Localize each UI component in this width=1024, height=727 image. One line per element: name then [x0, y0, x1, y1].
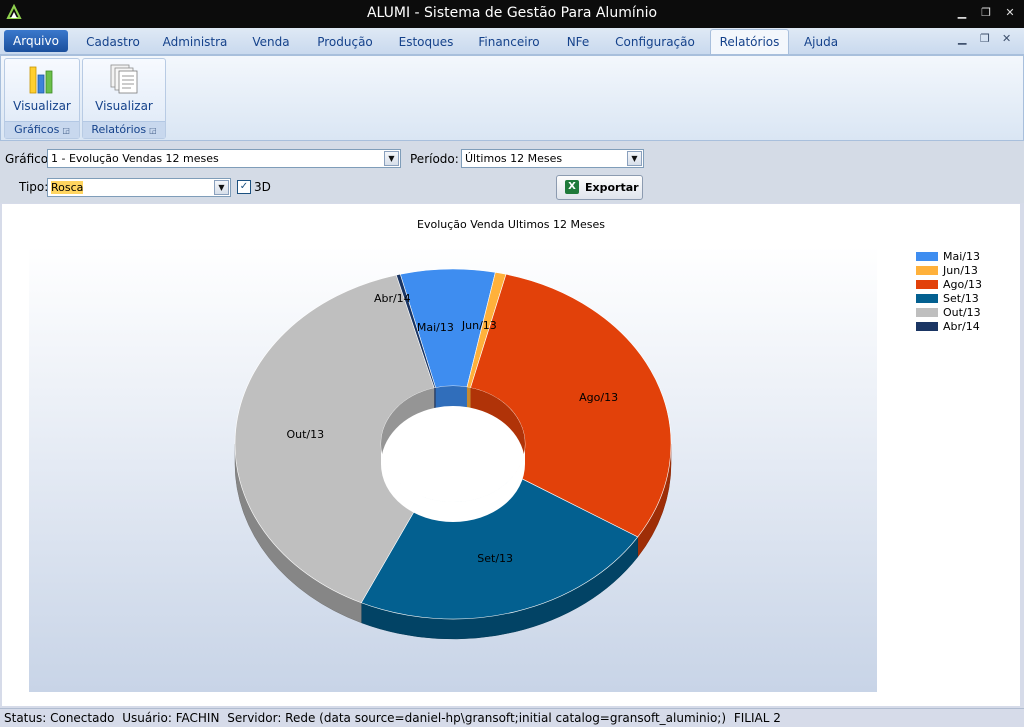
status-bar: Status: Conectado Usuário: FACHIN Servid… [0, 708, 1024, 727]
legend-item: Out/13 [916, 306, 982, 320]
legend-label: Abr/14 [943, 320, 980, 333]
chart-area: Evolução Venda Ultimos 12 Meses Mai/13 Ju… [2, 204, 1020, 706]
periodo-value: Últimos 12 Meses [465, 152, 563, 165]
mdi-restore-icon[interactable]: ❐ [980, 32, 990, 45]
mdi-minimize-icon[interactable]: ▁ [958, 32, 966, 45]
legend-item: Abr/14 [916, 320, 982, 334]
legend-label: Jun/13 [943, 264, 978, 277]
chevron-down-icon[interactable]: ▼ [627, 151, 642, 166]
tab-ajuda[interactable]: Ajuda [796, 33, 846, 53]
plot-area: Mai/13 Jun/13 Ago/13 Set/13 Out/13 Abr/14 [29, 246, 877, 692]
chevron-down-icon[interactable]: ▼ [384, 151, 399, 166]
chart-data-label: Abr/14 [374, 292, 411, 305]
legend-swatch [916, 266, 938, 275]
slice-inner-wall [434, 387, 436, 408]
legend-item: Jun/13 [916, 264, 982, 278]
grafico-select[interactable]: 1 - Evolução Vendas 12 meses ▼ [47, 149, 401, 168]
ribbon-panel: Visualizar Gráficos ◲ Visualizar Relatóri… [0, 55, 1024, 141]
filter-panel: Gráfico: 1 - Evolução Vendas 12 meses ▼ … [0, 141, 1024, 203]
tab-cadastro[interactable]: Cadastro [80, 33, 146, 53]
legend-item: Ago/13 [916, 278, 982, 292]
ribbon-tab-bar: Arquivo Cadastro Administra Venda Produç… [0, 28, 1024, 55]
chevron-down-icon[interactable]: ▼ [214, 180, 229, 195]
grafico-label: Gráfico: [5, 152, 53, 166]
doughnut-chart[interactable]: Mai/13 Jun/13 Ago/13 Set/13 Out/13 Abr/14 [29, 246, 877, 692]
tipo-label: Tipo: [19, 180, 49, 194]
slice-inner-wall [466, 387, 471, 408]
checkbox-3d-label: 3D [254, 180, 271, 194]
arquivo-menu-button[interactable]: Arquivo [4, 30, 68, 52]
visualizar-graficos-label: Visualizar [13, 99, 71, 113]
close-icon[interactable]: ✕ [1000, 5, 1020, 21]
exportar-label: Exportar [585, 181, 639, 194]
visualizar-relatorios-label: Visualizar [95, 99, 153, 113]
legend-swatch [916, 252, 938, 261]
restore-icon[interactable]: ❐ [976, 5, 996, 21]
chart-title: Evolução Venda Ultimos 12 Meses [417, 218, 605, 231]
legend-label: Out/13 [943, 306, 981, 319]
window-title: ALUMI - Sistema de Gestão Para Alumínio [366, 5, 658, 21]
status-filial: FILIAL 2 [733, 711, 781, 725]
legend-swatch [916, 322, 938, 331]
ribbon-group-label: Relatórios ◲ [83, 121, 165, 138]
ribbon-group-label: Gráficos ◲ [5, 121, 79, 138]
visualizar-graficos-button[interactable]: Visualizar [5, 61, 79, 117]
chart-data-label: Out/13 [286, 428, 324, 441]
periodo-select[interactable]: Últimos 12 Meses ▼ [461, 149, 644, 168]
legend-label: Mai/13 [943, 250, 980, 263]
tab-nfe[interactable]: NFe [558, 33, 598, 53]
status-servidor: Servidor: Rede (data source=daniel-hp\gr… [227, 711, 727, 725]
legend-item: Mai/13 [916, 250, 982, 264]
ribbon-group-relatorios: Visualizar Relatórios ◲ [82, 58, 166, 139]
ribbon-group-graficos: Visualizar Gráficos ◲ [4, 58, 80, 139]
minimize-icon[interactable]: ▁ [952, 5, 972, 21]
excel-icon: X [565, 180, 579, 194]
documents-icon [110, 64, 138, 94]
slice-inner-wall [435, 386, 467, 408]
visualizar-relatorios-button[interactable]: Visualizar [83, 61, 165, 117]
legend-swatch [916, 280, 938, 289]
chart-data-label: Set/13 [477, 552, 513, 565]
grafico-value: 1 - Evolução Vendas 12 meses [51, 152, 219, 165]
tab-relatorios[interactable]: Relatórios [710, 29, 789, 54]
tab-estoques[interactable]: Estoques [392, 33, 460, 53]
tipo-select[interactable]: Rosca ▼ [47, 178, 231, 197]
mdi-close-icon[interactable]: ✕ [1002, 32, 1011, 45]
status-usuario: Usuário: FACHIN [122, 711, 220, 725]
legend-swatch [916, 294, 938, 303]
chart-data-label: Jun/13 [461, 319, 497, 332]
tab-financeiro[interactable]: Financeiro [472, 33, 546, 53]
exportar-button[interactable]: X Exportar [556, 175, 643, 200]
tab-producao[interactable]: Produção [310, 33, 380, 53]
legend-label: Set/13 [943, 292, 979, 305]
dialog-launcher-icon[interactable]: ◲ [62, 126, 70, 135]
tab-administra[interactable]: Administra [158, 33, 232, 53]
legend-label: Ago/13 [943, 278, 982, 291]
chart-data-label: Ago/13 [579, 391, 618, 404]
title-bar: ALUMI - Sistema de Gestão Para Alumínio … [0, 0, 1024, 28]
chart-legend: Mai/13 Jun/13 Ago/13 Set/13 Out/13 Abr/14 [916, 250, 982, 334]
dialog-launcher-icon[interactable]: ◲ [149, 126, 157, 135]
legend-swatch [916, 308, 938, 317]
status-connection: Status: Conectado [4, 711, 115, 725]
checkbox-3d[interactable]: ✓ [237, 180, 251, 194]
chart-data-label: Mai/13 [417, 321, 454, 334]
tab-venda[interactable]: Venda [244, 33, 298, 53]
tipo-value: Rosca [51, 181, 84, 194]
legend-item: Set/13 [916, 292, 982, 306]
tab-configuracao[interactable]: Configuração [610, 33, 700, 53]
periodo-label: Período: [410, 152, 459, 166]
bar-chart-icon [29, 66, 53, 94]
